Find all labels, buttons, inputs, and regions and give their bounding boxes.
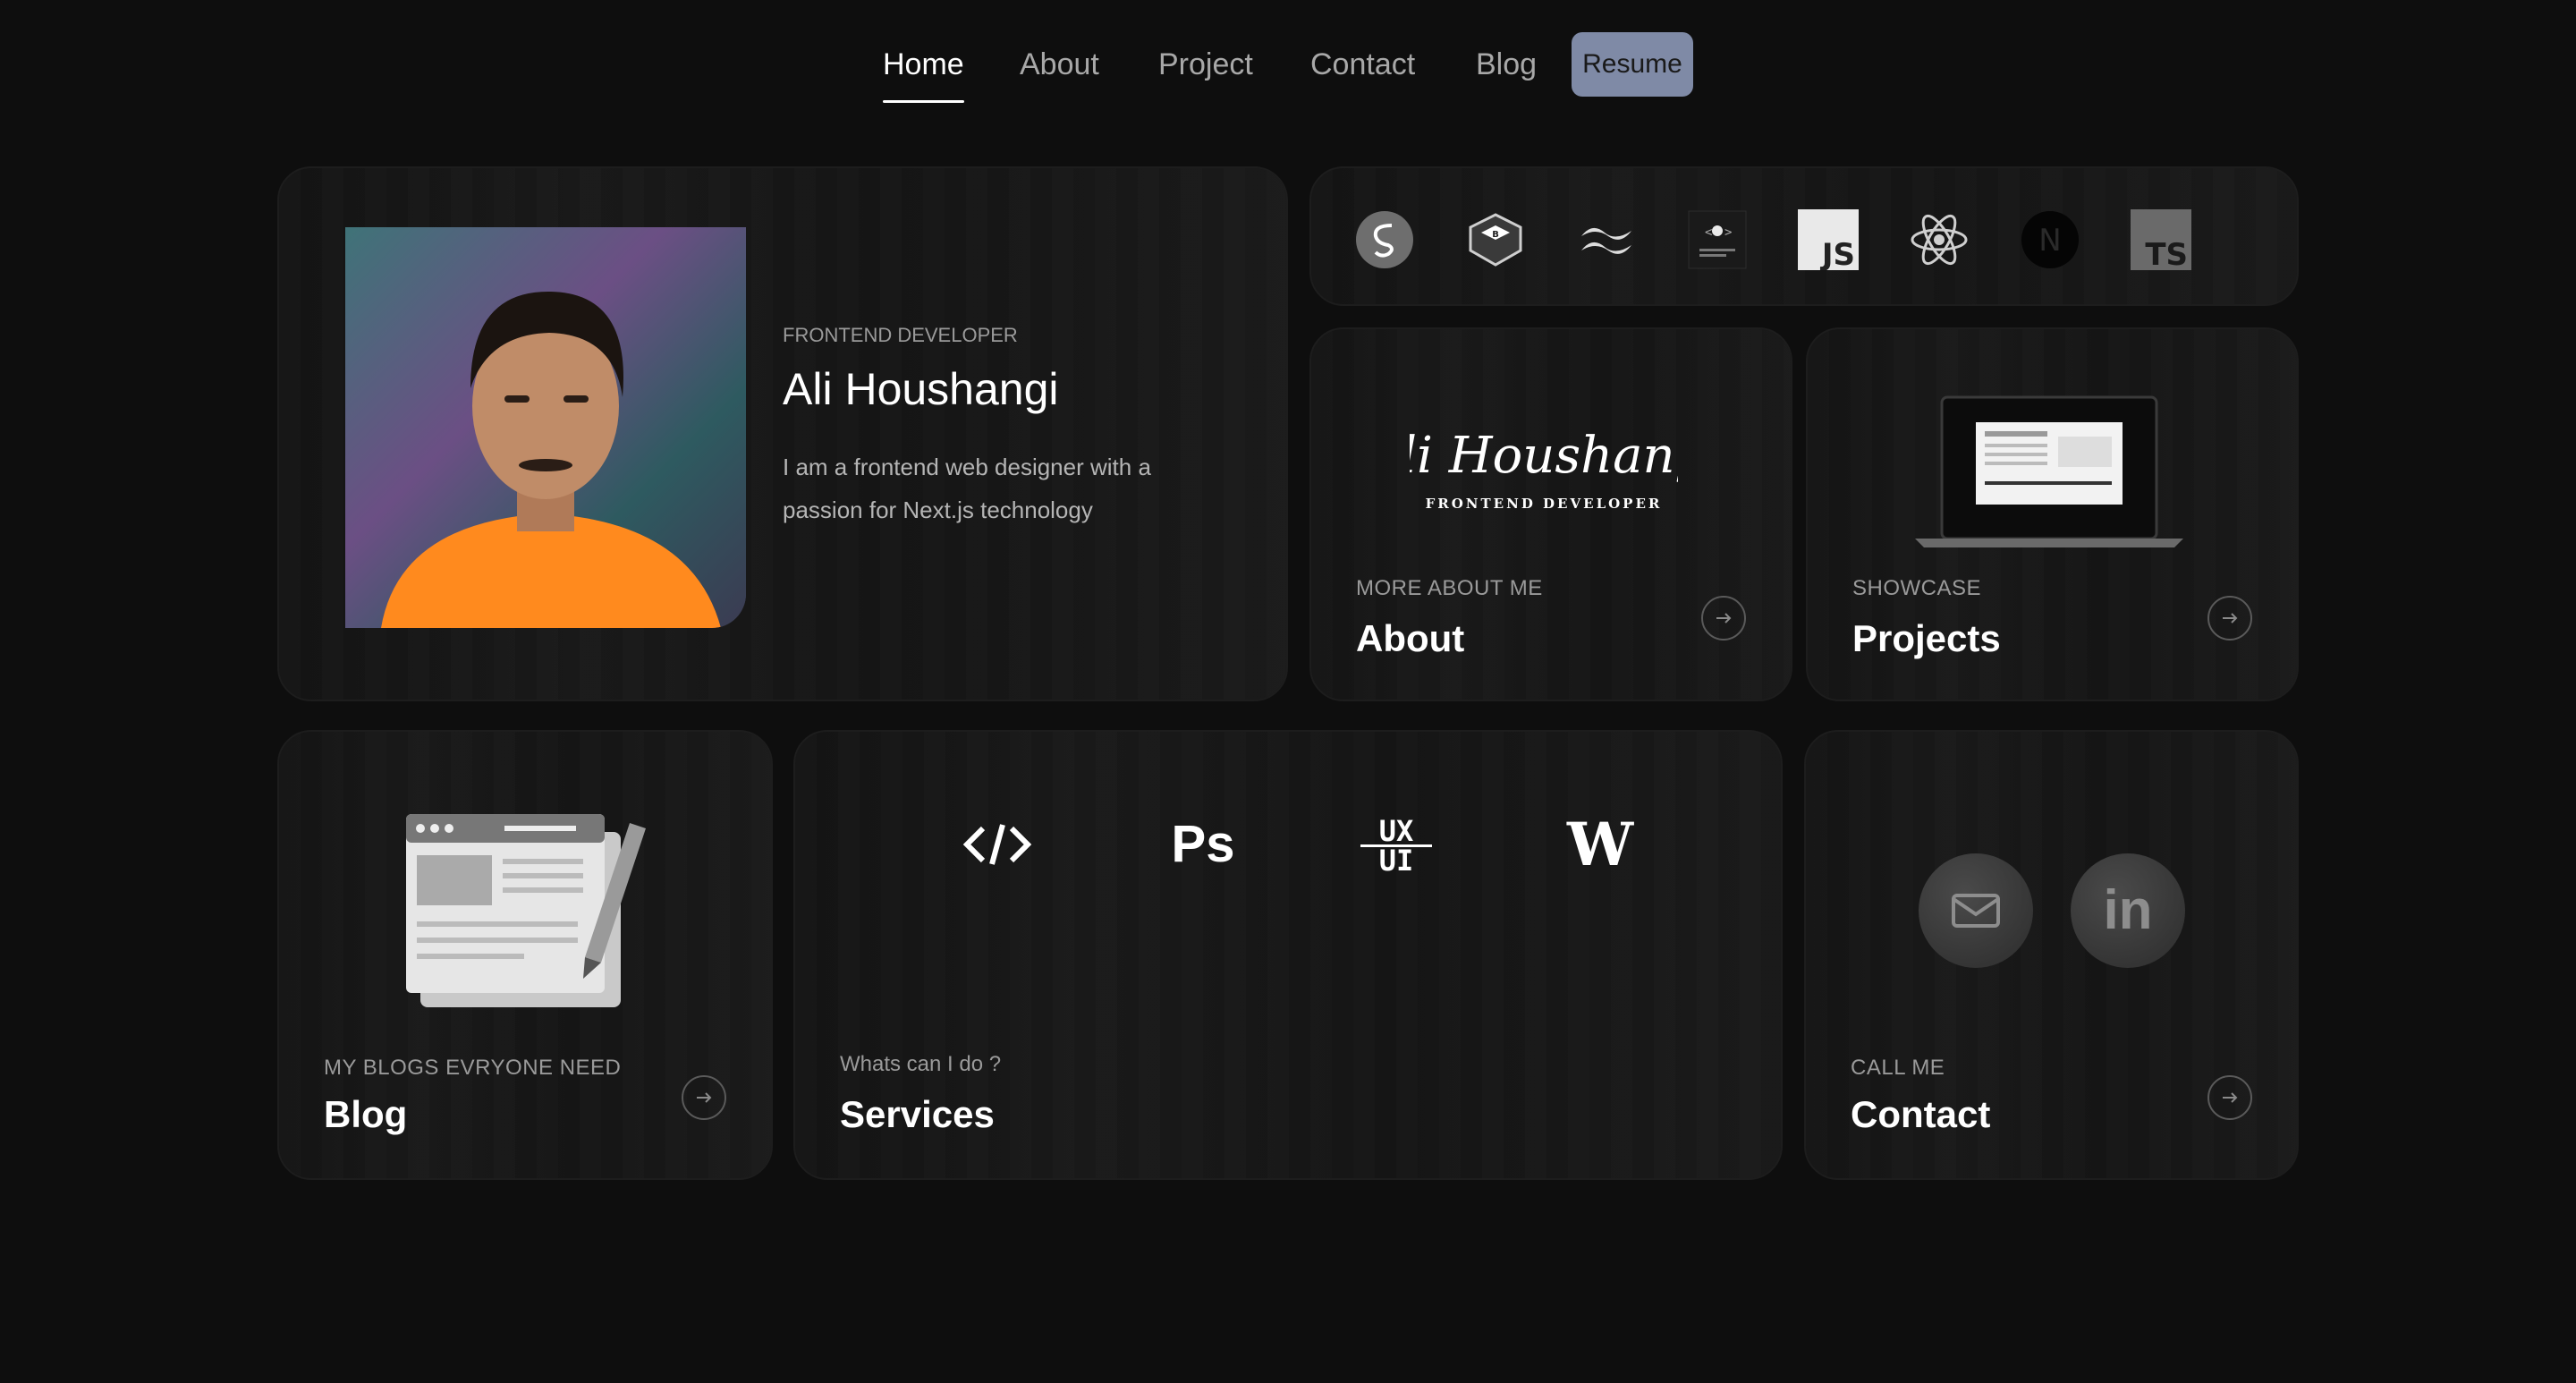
webflow-icon: W — [1566, 810, 1634, 879]
contact-title: Contact — [1851, 1093, 1991, 1135]
typescript-icon: TS — [2131, 209, 2191, 273]
code-icon — [962, 818, 1033, 876]
arrow-right-icon — [697, 1092, 712, 1103]
about-arrow-button[interactable] — [1701, 596, 1746, 641]
resume-button[interactable]: Resume — [1572, 32, 1693, 97]
about-card[interactable]: Ali Houshangi FRONTEND DEVELOPER MORE AB… — [1309, 327, 1792, 701]
hero-bio: I am a frontend web designer with a pass… — [783, 454, 1151, 523]
blog-title: Blog — [324, 1093, 408, 1135]
nav-blog[interactable]: Blog — [1476, 45, 1537, 84]
email-button[interactable] — [1919, 853, 2033, 968]
about-eyebrow: MORE ABOUT ME — [1356, 576, 1543, 600]
blog-arrow-button[interactable] — [682, 1075, 726, 1120]
projects-arrow-button[interactable] — [2207, 596, 2252, 641]
services-card: Ps UX UI W Whats can I do ? Services — [793, 730, 1783, 1180]
profile-card: FRONTEND DEVELOPER Ali Houshangi I am a … — [277, 166, 1288, 701]
arrow-right-icon — [2223, 613, 2238, 624]
tech-stack-card: B < > JS N TS — [1309, 166, 2299, 306]
linkedin-icon: in — [2103, 879, 2153, 941]
nav-contact[interactable]: Contact — [1310, 45, 1415, 84]
linkedin-button[interactable]: in — [2071, 853, 2185, 968]
svg-text:Ali Houshangi: Ali Houshangi — [1410, 427, 1678, 485]
hero-role: FRONTEND DEVELOPER — [783, 324, 1018, 346]
sass-icon — [1354, 209, 1415, 270]
contact-card[interactable]: in CALL ME Contact — [1804, 730, 2299, 1180]
svg-text:>: > — [1724, 225, 1732, 240]
nav-home[interactable]: Home — [883, 45, 964, 103]
blog-card[interactable]: MY BLOGS EVRYONE NEED Blog — [277, 730, 773, 1180]
photoshop-icon: Ps — [1171, 815, 1235, 873]
contact-arrow-button[interactable] — [2207, 1075, 2252, 1120]
nav-about[interactable]: About — [1020, 45, 1099, 84]
nextjs-icon: N — [2020, 209, 2080, 270]
svg-text:FRONTEND DEVELOPER: FRONTEND DEVELOPER — [1426, 496, 1663, 512]
blog-illustration-icon — [406, 814, 648, 1011]
projects-title: Projects — [1852, 617, 2001, 659]
svg-text:B: B — [1492, 230, 1499, 240]
javascript-icon: JS — [1798, 209, 1859, 273]
profile-photo — [345, 227, 746, 628]
bootstrap-icon: B — [1465, 209, 1526, 270]
uxui-icon: UX UI — [1360, 817, 1432, 875]
hero-name: Ali Houshangi — [783, 364, 1059, 414]
svg-text:N: N — [2038, 223, 2061, 259]
contact-eyebrow: CALL ME — [1851, 1056, 1945, 1080]
projects-eyebrow: SHOWCASE — [1852, 576, 1982, 600]
tailwind-icon — [1576, 209, 1637, 270]
laptop-icon — [1915, 392, 2183, 553]
services-title: Services — [840, 1093, 995, 1135]
arrow-right-icon — [2223, 1092, 2238, 1103]
svg-text:TS: TS — [2145, 237, 2188, 270]
arrow-right-icon — [1716, 613, 1732, 624]
svg-text:<: < — [1705, 225, 1712, 240]
top-navigation: Home About Project Contact Blog Resume — [0, 32, 2576, 103]
about-title: About — [1356, 617, 1465, 659]
nav-project[interactable]: Project — [1158, 45, 1253, 84]
services-eyebrow: Whats can I do ? — [840, 1052, 1002, 1076]
signature-logo: Ali Houshangi FRONTEND DEVELOPER — [1360, 420, 1724, 519]
blog-eyebrow: MY BLOGS EVRYONE NEED — [324, 1056, 622, 1080]
react-icon — [1909, 209, 1970, 270]
mail-icon — [1952, 894, 2000, 928]
styled-components-icon: < > — [1687, 209, 1748, 270]
svg-text:JS: JS — [1820, 237, 1855, 270]
projects-card[interactable]: SHOWCASE Projects — [1806, 327, 2299, 701]
